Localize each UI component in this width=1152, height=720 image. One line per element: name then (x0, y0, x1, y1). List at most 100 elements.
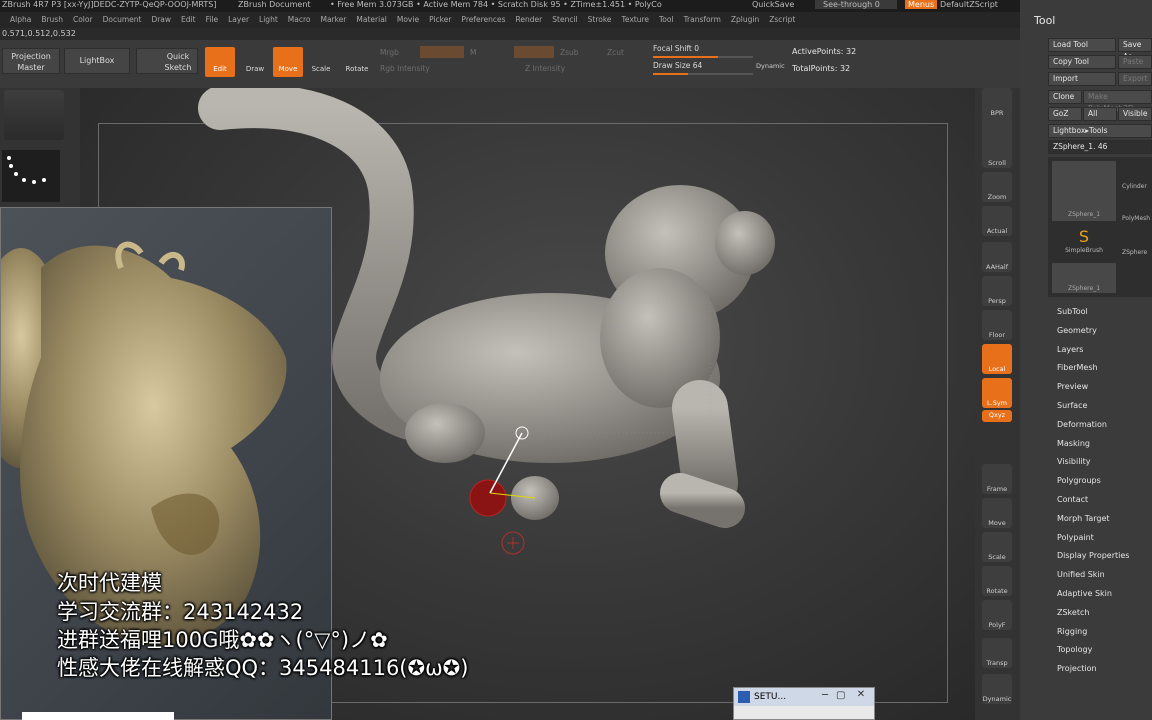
tool-thumb-polymesh[interactable]: PolyMesh (1122, 193, 1152, 223)
projection-master-button[interactable]: Projection Master (2, 48, 60, 74)
shelf-floor-button[interactable]: Floor (982, 310, 1012, 340)
subpalette-display-properties[interactable]: Display Properties (1057, 551, 1129, 560)
shelf-aahalf-button[interactable]: AAHalf (982, 242, 1012, 272)
subpalette-polygroups[interactable]: Polygroups (1057, 476, 1101, 485)
menu-file[interactable]: File (206, 12, 219, 28)
quicksave-button[interactable]: QuickSave (752, 0, 794, 9)
tool-thumb-cylinder[interactable]: Cylinder (1122, 161, 1152, 191)
tool-thumb-zsphere[interactable]: ZSphere (1122, 231, 1152, 261)
subpalette-projection[interactable]: Projection (1057, 664, 1097, 673)
copy-tool-button[interactable]: Copy Tool (1048, 55, 1116, 69)
close-icon[interactable]: ✕ (850, 689, 872, 703)
menu-transform[interactable]: Transform (684, 12, 721, 28)
edit-button[interactable]: Edit (205, 47, 235, 77)
minimize-icon[interactable]: ─ (822, 690, 828, 701)
shelf-local-button[interactable]: Local (982, 344, 1012, 374)
menu-draw[interactable]: Draw (151, 12, 171, 28)
brush-thumbnail[interactable] (4, 90, 64, 140)
shelf-actual-button[interactable]: Actual (982, 206, 1012, 236)
shelf-transp-button[interactable]: Transp (982, 638, 1012, 668)
subpalette-layers[interactable]: Layers (1057, 345, 1083, 354)
default-zscript-button[interactable]: DefaultZScript (940, 0, 998, 9)
stroke-thumbnail[interactable] (2, 150, 60, 202)
subpalette-visibility[interactable]: Visibility (1057, 457, 1091, 466)
subpalette-adaptive-skin[interactable]: Adaptive Skin (1057, 589, 1112, 598)
menu-marker[interactable]: Marker (320, 12, 346, 28)
goz-visible-button[interactable]: Visible (1118, 107, 1152, 121)
import-button[interactable]: Import (1048, 72, 1116, 86)
subpalette-topology[interactable]: Topology (1057, 645, 1092, 654)
shelf-frame-button[interactable]: Frame (982, 464, 1012, 494)
menu-stroke[interactable]: Stroke (588, 12, 612, 28)
menu-alpha[interactable]: Alpha (10, 12, 31, 28)
menu-edit[interactable]: Edit (181, 12, 196, 28)
tool-thumb-zsphere1[interactable]: ZSphere_1 (1052, 161, 1116, 221)
menu-macro[interactable]: Macro (288, 12, 311, 28)
menu-color[interactable]: Color (73, 12, 93, 28)
xyz-symmetry-toggle[interactable]: Qxyz (982, 410, 1012, 422)
dynamic-toggle[interactable]: Dynamic (756, 62, 785, 70)
maximize-icon[interactable]: ▢ (836, 690, 845, 701)
rgb-toggle[interactable] (420, 46, 464, 58)
subpalette-contact[interactable]: Contact (1057, 495, 1088, 504)
zadd-toggle[interactable] (514, 46, 554, 58)
clone-button[interactable]: Clone (1048, 90, 1082, 104)
subpalette-unified-skin[interactable]: Unified Skin (1057, 570, 1105, 579)
menu-document[interactable]: Document (103, 12, 142, 28)
load-tool-button[interactable]: Load Tool (1048, 38, 1116, 52)
goz-button[interactable]: GoZ (1048, 107, 1082, 121)
quick-sketch-button[interactable]: Quick Sketch (136, 48, 198, 74)
subpalette-polypaint[interactable]: Polypaint (1057, 533, 1094, 542)
subpalette-rigging[interactable]: Rigging (1057, 627, 1087, 636)
shelf-scroll-button[interactable]: Scroll (982, 138, 1012, 168)
subpalette-morph-target[interactable]: Morph Target (1057, 514, 1110, 523)
menu-zplugin[interactable]: Zplugin (731, 12, 759, 28)
subpalette-geometry[interactable]: Geometry (1057, 326, 1097, 335)
paste-tool-button[interactable]: Paste (1118, 55, 1152, 69)
lightbox-button[interactable]: LightBox (64, 48, 130, 74)
subpalette-surface[interactable]: Surface (1057, 401, 1087, 410)
subpalette-preview[interactable]: Preview (1057, 382, 1088, 391)
make-polymesh-button[interactable]: Make PolyMesh3D (1083, 90, 1152, 113)
subpalette-fibermesh[interactable]: FiberMesh (1057, 363, 1098, 372)
scale-button[interactable]: Scale (306, 47, 336, 77)
rgb-intensity-slider[interactable]: Rgb Intensity (380, 64, 430, 73)
see-through-slider[interactable]: See-through 0 (815, 0, 897, 9)
subpalette-zsketch[interactable]: ZSketch (1057, 608, 1089, 617)
tool-thumb-zsphere1-b[interactable]: ZSphere_1 (1052, 263, 1116, 293)
setup-window[interactable]: SETU... ─ ▢ ✕ (733, 687, 875, 720)
mrgb-toggle[interactable]: Mrgb (380, 48, 399, 57)
shelf-polyf-button[interactable]: PolyF (982, 600, 1012, 630)
z-intensity-slider[interactable]: Z Intensity (525, 64, 565, 73)
subpalette-masking[interactable]: Masking (1057, 439, 1090, 448)
current-tool-slider[interactable]: ZSphere_1. 46 (1048, 140, 1152, 154)
goz-all-button[interactable]: All (1083, 107, 1117, 121)
zsub-toggle[interactable]: Zsub (560, 48, 579, 57)
rotate-button[interactable]: Rotate (342, 47, 372, 77)
menu-brush[interactable]: Brush (41, 12, 63, 28)
menu-material[interactable]: Material (356, 12, 386, 28)
shelf-rotate-button[interactable]: Rotate (982, 566, 1012, 596)
menu-movie[interactable]: Movie (397, 12, 419, 28)
menu-light[interactable]: Light (259, 12, 278, 28)
subpalette-subtool[interactable]: SubTool (1057, 307, 1088, 316)
subpalette-deformation[interactable]: Deformation (1057, 420, 1107, 429)
export-button[interactable]: Export (1118, 72, 1152, 86)
m-toggle[interactable]: M (470, 48, 476, 57)
menu-tool[interactable]: Tool (659, 12, 674, 28)
menu-render[interactable]: Render (516, 12, 543, 28)
move-button[interactable]: Move (273, 47, 303, 77)
lightbox-tools-button[interactable]: Lightbox▸Tools (1048, 124, 1152, 138)
menu-layer[interactable]: Layer (228, 12, 249, 28)
menu-stencil[interactable]: Stencil (552, 12, 577, 28)
draw-button[interactable]: Draw (240, 47, 270, 77)
shelf-zoom-button[interactable]: Zoom (982, 172, 1012, 202)
focal-shift-slider[interactable]: Focal Shift 0 (653, 44, 753, 58)
save-as-button[interactable]: Save As (1118, 38, 1152, 61)
menu-picker[interactable]: Picker (429, 12, 451, 28)
menu-preferences[interactable]: Preferences (461, 12, 505, 28)
shelf-persp-button[interactable]: Persp (982, 276, 1012, 306)
shelf-bpr-button[interactable]: BPR (982, 88, 1012, 118)
shelf-l-sym-button[interactable]: L.Sym (982, 378, 1012, 408)
shelf-move-button[interactable]: Move (982, 498, 1012, 528)
